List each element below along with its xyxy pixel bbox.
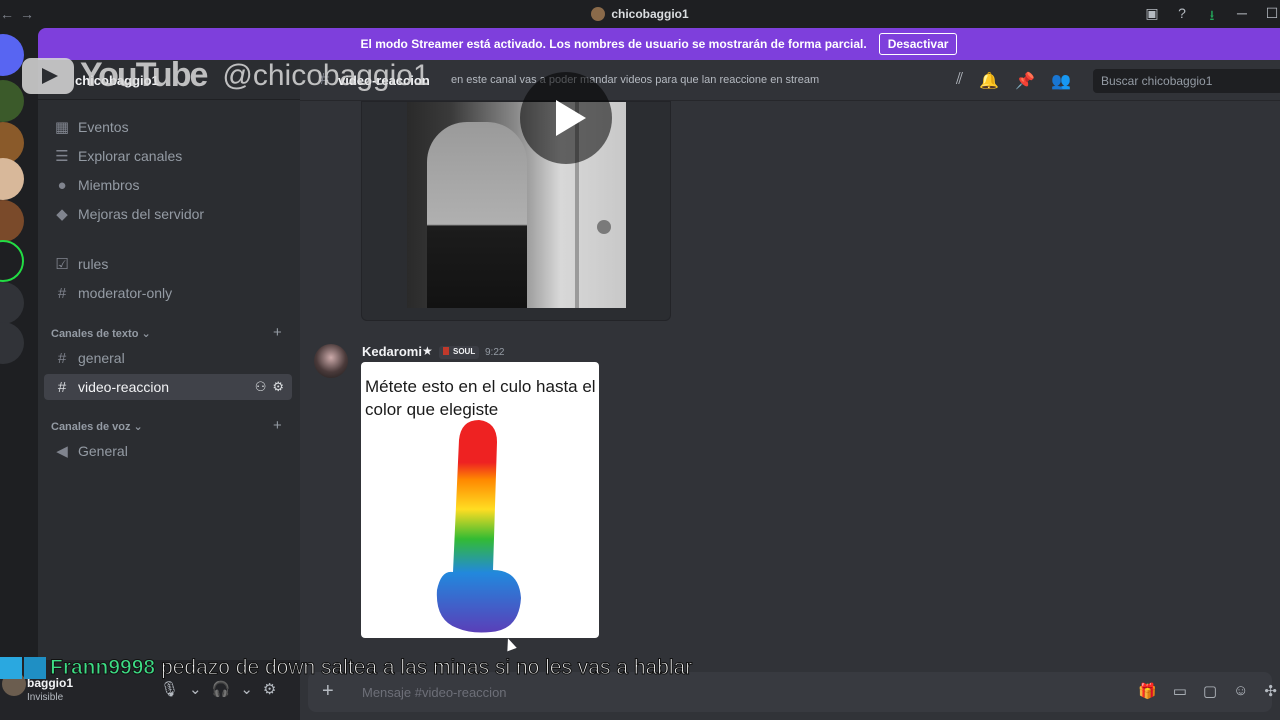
message-input[interactable]: Mensaje #video-reaccion — [362, 685, 507, 700]
server-icon[interactable] — [0, 80, 24, 122]
image-caption: Métete esto en el culo hasta el color qu… — [365, 377, 596, 419]
sidebar-item-browse[interactable]: ☰ Explorar canales — [44, 143, 292, 169]
watermark-handle: @chicobaggio1 — [222, 58, 430, 92]
youtube-logo-icon — [22, 57, 74, 94]
threads-icon[interactable]: ⫽ — [956, 71, 963, 91]
bell-icon[interactable]: 🔔 — [979, 71, 999, 91]
inbox-icon[interactable]: ▣ — [1144, 5, 1160, 29]
search-input[interactable]: Buscar chicobaggio1 — [1093, 69, 1280, 93]
watermark-brand: YouTube — [80, 56, 208, 94]
emoji-icon[interactable]: ☺ — [1233, 682, 1248, 700]
rainbow-toy-image — [436, 420, 521, 633]
server-list — [0, 28, 26, 720]
channel-video-reaccion[interactable]: # video-reaccion ⚇ ⚙ — [44, 374, 292, 400]
channel-header: # video-reaccion en este canal vas a pod… — [300, 60, 1280, 101]
explore-icon[interactable] — [0, 322, 24, 364]
user-status: Invisible — [27, 692, 64, 703]
rules-icon: ☑ — [55, 256, 69, 273]
members-icon: ● — [57, 176, 67, 194]
minimize-icon[interactable]: ─ — [1234, 5, 1250, 29]
chat-area: # video-reaccion en este canal vas a pod… — [300, 60, 1280, 720]
window-title-text: chicobaggio1 — [611, 7, 689, 21]
apps-icon[interactable]: ✣ — [1264, 682, 1277, 700]
hash-icon: # — [57, 349, 67, 367]
members-icon[interactable]: 👥 — [1051, 71, 1071, 91]
invite-icon[interactable]: ⚇ — [255, 379, 267, 395]
gif-icon[interactable]: ▭ — [1173, 682, 1187, 700]
channel-general[interactable]: # general — [44, 345, 292, 371]
voice-category[interactable]: Canales de voz ⌄ + — [51, 417, 282, 434]
tag-icon — [443, 347, 449, 355]
hash-icon: # — [57, 284, 67, 302]
browse-icon: ☰ — [55, 148, 69, 165]
overlay-username: Frann9998 — [49, 656, 156, 680]
avatar[interactable] — [314, 344, 348, 378]
hash-icon: # — [57, 378, 67, 396]
sidebar-item-boost[interactable]: ◆ Mejoras del servidor — [44, 201, 292, 227]
channel-topic[interactable]: en este canal vas a poder mandar videos … — [451, 74, 819, 86]
gear-icon[interactable]: ⚙ — [272, 379, 284, 395]
overlay-message: pedazo de down saltea a las minas si no … — [161, 656, 693, 680]
guild-tag[interactable]: SOUL — [439, 346, 480, 359]
channel-sidebar: chicobaggio1 ▦ Eventos ☰ Explorar canales … — [38, 60, 300, 660]
sidebar-item-moderator-only[interactable]: # moderator-only — [44, 280, 292, 306]
add-channel-icon[interactable]: + — [273, 324, 282, 341]
message-author[interactable]: Kedaromi — [362, 344, 422, 359]
discord-home-icon[interactable] — [0, 34, 24, 76]
pin-icon[interactable]: 📌 — [1015, 71, 1035, 91]
star-icon: ★ — [422, 344, 433, 358]
video-embed[interactable] — [361, 72, 671, 321]
sidebar-item-events[interactable]: ▦ Eventos — [44, 114, 292, 140]
badge-icon — [0, 657, 22, 679]
banner-text: El modo Streamer está activado. Los nomb… — [360, 37, 867, 51]
message-timestamp: 9:22 — [485, 347, 505, 358]
boost-icon: ◆ — [56, 206, 68, 223]
message-image[interactable]: Métete esto en el culo hasta el color qu… — [361, 362, 599, 638]
server-icon[interactable] — [0, 158, 24, 200]
maximize-icon[interactable]: ☐ — [1264, 5, 1280, 29]
server-avatar — [591, 7, 606, 21]
youtube-watermark: YouTube @chicobaggio1 — [22, 56, 430, 95]
text-category[interactable]: Canales de texto ⌄ + — [51, 324, 282, 341]
add-server-icon[interactable] — [0, 282, 24, 324]
gift-icon[interactable]: 🎁 — [1138, 682, 1157, 700]
stream-chat-overlay: Frann9998 pedazo de down saltea a las mi… — [0, 650, 693, 686]
sidebar-item-rules[interactable]: ☑ rules — [44, 251, 292, 277]
add-channel-icon[interactable]: + — [273, 417, 282, 434]
sticker-icon[interactable]: ▢ — [1203, 682, 1217, 700]
server-icon[interactable] — [0, 200, 24, 242]
speaker-icon: ◀ — [56, 443, 68, 460]
download-icon[interactable]: ⭳ — [1204, 5, 1220, 29]
voice-channel-general[interactable]: ◀ General — [44, 438, 292, 464]
sidebar-item-members[interactable]: ● Miembros — [44, 172, 292, 198]
server-icon[interactable] — [0, 240, 24, 282]
badge-icon — [24, 657, 46, 679]
video-thumbnail — [407, 72, 626, 308]
deactivate-button[interactable]: Desactivar — [878, 33, 958, 55]
play-icon[interactable] — [520, 72, 612, 164]
title-bar: ←→ chicobaggio1 ▣ ? ⭳ ─ ☐ — [0, 0, 1280, 28]
window-title: chicobaggio1 — [0, 7, 1280, 21]
help-icon[interactable]: ? — [1174, 5, 1190, 29]
calendar-icon: ▦ — [54, 119, 70, 136]
